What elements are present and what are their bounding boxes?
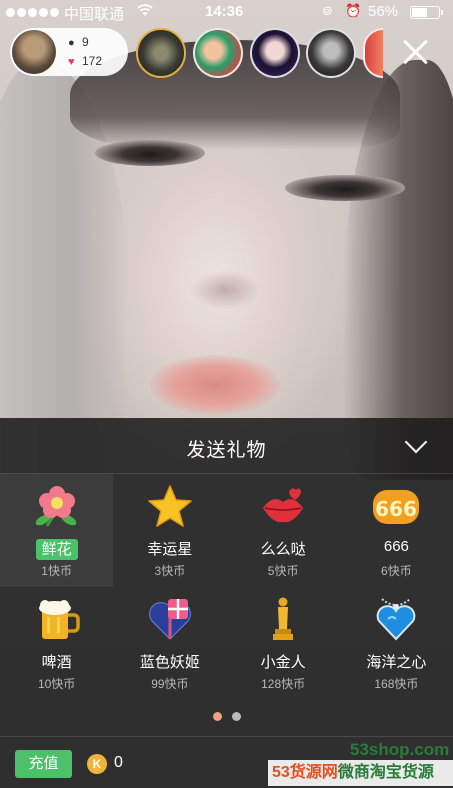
star-icon: [148, 485, 192, 527]
gift-item-blue-enchantress[interactable]: 蓝色妖姬 99快币: [113, 587, 226, 700]
viewer-avatar[interactable]: [193, 28, 243, 78]
viewer-count-value: 9: [82, 35, 89, 49]
gift-name: 蓝色妖姬: [139, 654, 200, 671]
gift-panel-title: 发送礼物: [186, 440, 267, 461]
page-dot[interactable]: [231, 712, 241, 721]
heart-icon: ♥: [68, 56, 75, 68]
gift-price: 5快币: [267, 564, 299, 578]
gift-price: 6快币: [381, 564, 412, 578]
clock-time: 14:36: [205, 3, 244, 20]
gift-name: 么么哒: [260, 541, 306, 558]
heart-gift-box-icon: [148, 599, 191, 640]
svg-text:666: 666: [376, 497, 418, 521]
golden-statue-icon: [273, 597, 294, 640]
gift-item-kiss[interactable]: 么么哒 5快币: [227, 474, 340, 587]
close-icon[interactable]: [398, 34, 434, 70]
gift-price: 1快币: [41, 564, 72, 578]
gift-panel: 发送礼物 鲜花 1快币 幸运星 3快币 么么哒 5快币 666 666 6快币 …: [0, 418, 453, 788]
battery-icon: [410, 6, 443, 19]
gift-name: 海洋之心: [366, 654, 427, 671]
viewer-avatar[interactable]: [250, 28, 300, 78]
heart-pendant-icon: [377, 598, 416, 641]
gift-name: 小金人: [260, 654, 306, 671]
gift-name: 啤酒: [41, 654, 72, 671]
gift-item-golden-statue[interactable]: 小金人 128快币: [227, 587, 340, 700]
gift-panel-header: 发送礼物: [0, 418, 453, 474]
rotation-lock-icon: ⊚: [322, 3, 333, 18]
page-indicator[interactable]: [0, 708, 453, 726]
watermark-site: 53shop.com: [350, 740, 450, 759]
host-info-pill[interactable]: ● 9 ♥ 172: [10, 28, 128, 76]
signal-dots-icon: [6, 8, 59, 17]
gift-name: 666: [383, 538, 409, 555]
viewer-avatar[interactable]: [306, 28, 356, 78]
coin-icon: K: [87, 754, 107, 774]
person-icon: ●: [68, 37, 75, 49]
chevron-down-icon[interactable]: [403, 432, 429, 458]
gift-grid: 鲜花 1快币 幸运星 3快币 么么哒 5快币 666 666 6快币 啤酒 10…: [0, 474, 453, 700]
alarm-icon: ⏰: [345, 3, 362, 18]
flower-icon: [35, 486, 76, 527]
number-666-icon: 666: [373, 490, 420, 524]
kiss-lips-icon: [263, 488, 304, 523]
like-count: ♥ 172: [68, 54, 102, 68]
gift-price: 128快币: [261, 677, 306, 691]
gift-name: 鲜花: [0, 538, 113, 560]
beer-icon: [38, 600, 80, 639]
gift-item-beer[interactable]: 啤酒 10快币: [0, 587, 113, 700]
status-bar: 中国联通 14:36 ⊚ ⏰ 56%: [0, 0, 453, 24]
gift-item-666[interactable]: 666 666 6快币: [340, 474, 453, 587]
host-avatar[interactable]: [12, 30, 56, 74]
viewer-count: ● 9: [68, 35, 89, 49]
carrier-label: 中国联通: [64, 6, 125, 23]
gift-price: 10快币: [37, 677, 76, 691]
gift-item-flower[interactable]: 鲜花 1快币: [0, 474, 114, 587]
wifi-icon: [137, 3, 153, 20]
watermark-slogan: 53货源网微商淘宝货源: [268, 760, 453, 786]
viewer-avatar[interactable]: [136, 28, 186, 78]
gift-item-lucky-star[interactable]: 幸运星 3快币: [113, 474, 226, 587]
recharge-button[interactable]: 充值: [15, 750, 72, 778]
gift-name: 幸运星: [147, 541, 193, 558]
gift-price: 168快币: [374, 677, 419, 691]
gift-price: 3快币: [154, 564, 186, 578]
battery-percent: 56%: [368, 3, 399, 20]
page-dot-active[interactable]: [212, 712, 222, 721]
gift-price: 99快币: [151, 677, 189, 691]
like-count-value: 172: [82, 54, 103, 68]
gift-item-heart-of-ocean[interactable]: 海洋之心 168快币: [340, 587, 453, 700]
coin-balance: 0: [114, 754, 123, 771]
